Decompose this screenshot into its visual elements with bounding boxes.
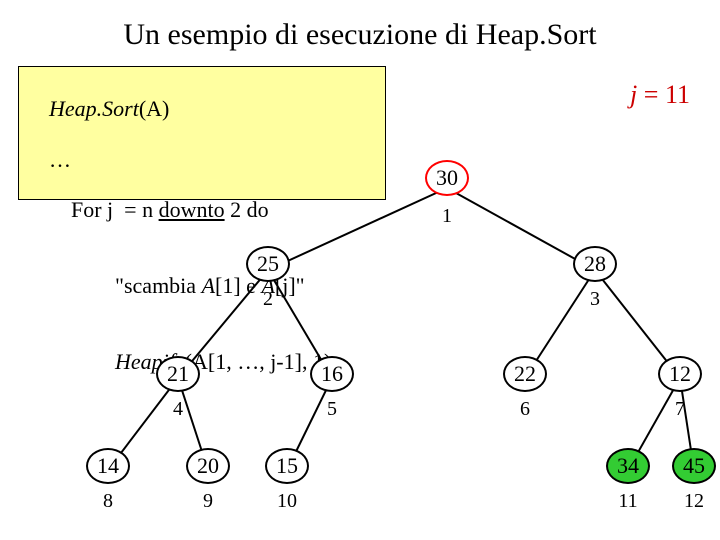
state-label: j = 11 bbox=[630, 80, 690, 110]
node-value: 25 bbox=[257, 251, 279, 277]
node-5: 16 bbox=[310, 356, 354, 400]
node-index-12: 12 bbox=[684, 490, 704, 513]
node-value: 15 bbox=[276, 453, 298, 479]
node-3: 28 bbox=[573, 246, 617, 290]
node-4: 21 bbox=[156, 356, 200, 400]
node-value: 20 bbox=[197, 453, 219, 479]
node-value: 30 bbox=[436, 165, 458, 191]
node-index-4: 4 bbox=[173, 398, 183, 421]
node-index-3: 3 bbox=[590, 288, 600, 311]
node-11: 34 bbox=[606, 448, 650, 492]
node-value: 14 bbox=[97, 453, 119, 479]
node-9: 20 bbox=[186, 448, 230, 492]
node-value: 21 bbox=[167, 361, 189, 387]
node-1: 30 bbox=[425, 160, 469, 204]
node-2: 25 bbox=[246, 246, 290, 290]
node-index-9: 9 bbox=[203, 490, 213, 513]
node-10: 15 bbox=[265, 448, 309, 492]
node-7: 12 bbox=[658, 356, 702, 400]
node-value: 45 bbox=[683, 453, 705, 479]
state-eq: = bbox=[637, 80, 665, 109]
node-index-1: 1 bbox=[442, 205, 452, 228]
node-value: 12 bbox=[669, 361, 691, 387]
page-title: Un esempio di esecuzione di Heap.Sort bbox=[0, 18, 720, 52]
state-value: 11 bbox=[665, 80, 690, 109]
node-index-5: 5 bbox=[327, 398, 337, 421]
node-index-2: 2 bbox=[263, 288, 273, 311]
node-8: 14 bbox=[86, 448, 130, 492]
node-index-11: 11 bbox=[618, 490, 637, 513]
node-12: 45 bbox=[672, 448, 716, 492]
node-6: 22 bbox=[503, 356, 547, 400]
heap-tree: 30 1 25 2 28 3 21 4 16 5 22 6 12 7 14 8 … bbox=[0, 150, 720, 530]
node-index-6: 6 bbox=[520, 398, 530, 421]
node-value: 28 bbox=[584, 251, 606, 277]
code-signature-arg: (A) bbox=[139, 96, 170, 121]
code-signature-fn: Heap.Sort bbox=[49, 96, 139, 121]
node-index-8: 8 bbox=[103, 490, 113, 513]
node-index-7: 7 bbox=[675, 398, 685, 421]
node-index-10: 10 bbox=[277, 490, 297, 513]
node-value: 34 bbox=[617, 453, 639, 479]
node-value: 22 bbox=[514, 361, 536, 387]
node-value: 16 bbox=[321, 361, 343, 387]
